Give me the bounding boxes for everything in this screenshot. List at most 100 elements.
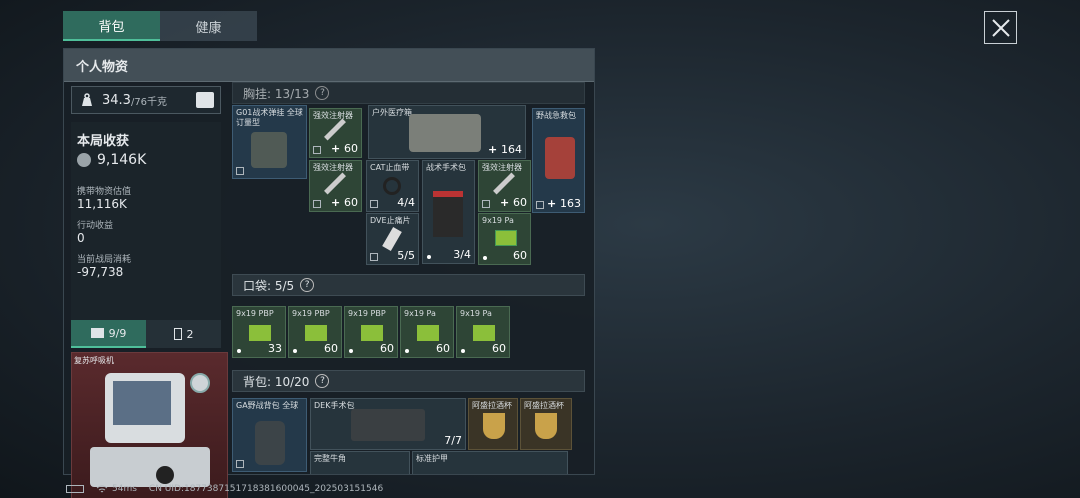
item-count: 3/4 bbox=[453, 248, 471, 261]
bag-item[interactable]: 阿盛拉酒杯 bbox=[468, 398, 518, 450]
inventory-item[interactable]: 强效注射器 + 60 bbox=[309, 108, 362, 158]
item-name: 9x19 PBP bbox=[292, 309, 330, 318]
item-count: 60 bbox=[380, 342, 394, 355]
pocket-item[interactable]: 9x19 Pa 60 bbox=[456, 306, 510, 358]
item-name: 9x19 Pa bbox=[460, 309, 492, 318]
subtab-items-label: 2 bbox=[186, 327, 194, 341]
inventory-item[interactable]: 战术手术包 3/4 bbox=[422, 160, 475, 264]
item-name: 强效注射器 bbox=[313, 163, 353, 172]
help-icon[interactable]: ? bbox=[300, 278, 315, 292]
battery-icon bbox=[66, 485, 84, 493]
ping-text: 54ms bbox=[112, 484, 137, 494]
item-name: 阿盛拉酒杯 bbox=[472, 401, 512, 410]
item-count: 60 bbox=[492, 342, 506, 355]
coin-icon bbox=[77, 153, 91, 167]
item-name: 9x19 Pa bbox=[482, 216, 514, 225]
item-name: 标准护甲 bbox=[416, 454, 448, 463]
subtab-items[interactable]: 2 bbox=[146, 320, 221, 348]
item-count: 7/7 bbox=[444, 434, 462, 447]
item-name: 强效注射器 bbox=[313, 111, 353, 120]
item-name: 9x19 PBP bbox=[348, 309, 386, 318]
inventory-item[interactable]: DVE止痛片 5/5 bbox=[366, 213, 419, 265]
ventilator-image bbox=[90, 373, 210, 487]
item-name: 阿盛拉酒杯 bbox=[524, 401, 564, 410]
item-count: 163 bbox=[560, 197, 581, 210]
item-name: GA野战背包 全球 bbox=[236, 401, 299, 410]
bag-item[interactable]: 标准护甲 bbox=[412, 451, 568, 474]
item-name: G01战术弹挂 全球订量型 bbox=[236, 108, 303, 127]
item-count: 60 bbox=[513, 249, 527, 262]
stat-label: 携带物资估值 bbox=[77, 187, 132, 197]
item-count: 4/4 bbox=[397, 196, 415, 209]
item-name: DEK手术包 bbox=[314, 401, 355, 410]
inventory-item[interactable]: 野战急救包 + 163 bbox=[532, 108, 585, 213]
inventory-area: 胸挂: 13/13? G01战术弹挂 全球订量型 强效注射器 + 60 户外医疗… bbox=[232, 82, 594, 474]
pocket-item[interactable]: 9x19 PBP 33 bbox=[232, 306, 286, 358]
inventory-item[interactable]: CAT止血带 4/4 bbox=[366, 160, 419, 212]
uid-text: CN UID:1877387151718381600045_2025031515… bbox=[148, 484, 384, 494]
item-count: 60 bbox=[344, 142, 358, 155]
pocket-header: 口袋: 5/5? bbox=[232, 274, 585, 296]
equipment-slot[interactable]: 复苏呼吸机 bbox=[71, 352, 228, 498]
item-count: 60 bbox=[436, 342, 450, 355]
chest-header: 胸挂: 13/13? bbox=[232, 82, 585, 104]
close-icon bbox=[991, 18, 1010, 37]
battery-icon bbox=[173, 328, 182, 340]
bag-item[interactable]: 完整牛角 bbox=[310, 451, 410, 474]
bag-header: 背包: 10/20? bbox=[232, 370, 585, 392]
item-name: DVE止痛片 bbox=[370, 216, 411, 225]
item-count: 33 bbox=[268, 342, 282, 355]
item-count: 60 bbox=[513, 196, 527, 209]
item-name: 完整牛角 bbox=[314, 454, 346, 463]
weight-value: 34.3 bbox=[102, 92, 131, 108]
status-bar: 54ms CN UID:1877387151718381600045_20250… bbox=[66, 484, 383, 494]
bag-item[interactable]: 阿盛拉酒杯 bbox=[520, 398, 572, 450]
bag-item[interactable]: GA野战背包 全球 bbox=[232, 398, 307, 472]
stat-value: 0 bbox=[77, 231, 85, 245]
item-name: 9x19 Pa bbox=[404, 309, 436, 318]
item-count: 60 bbox=[324, 342, 338, 355]
item-name: 战术手术包 bbox=[426, 163, 466, 172]
inventory-item[interactable]: 9x19 Pa 60 bbox=[478, 213, 531, 265]
subtab-gear-label: 9/9 bbox=[108, 326, 127, 340]
earnings-box: 本局收获 9,146K 携带物资估值 11,116K 行动收益 0 当前战局消耗… bbox=[71, 122, 221, 328]
wifi-icon bbox=[96, 485, 108, 492]
earnings-total: 9,146K bbox=[97, 152, 147, 168]
list-icon[interactable] bbox=[196, 92, 214, 108]
bag-item[interactable]: DEK手术包 7/7 bbox=[310, 398, 466, 450]
tab-health[interactable]: 健康 bbox=[160, 11, 257, 41]
item-count: 60 bbox=[344, 196, 358, 209]
help-icon[interactable]: ? bbox=[315, 374, 330, 388]
pocket-item[interactable]: 9x19 PBP 60 bbox=[344, 306, 398, 358]
item-name: 强效注射器 bbox=[482, 163, 522, 172]
inventory-item[interactable]: 强效注射器 + 60 bbox=[478, 160, 531, 212]
tab-backpack[interactable]: 背包 bbox=[63, 11, 160, 41]
left-column: 34.3/76千克 本局收获 9,146K 携带物资估值 11,116K 行动收… bbox=[64, 82, 228, 498]
pocket-title: 口袋: 5/5 bbox=[243, 278, 295, 293]
item-name: 户外医疗箱 bbox=[372, 108, 412, 117]
stat-label: 当前战局消耗 bbox=[77, 255, 132, 265]
item-name: CAT止血带 bbox=[370, 163, 410, 172]
item-name: 野战急救包 bbox=[536, 111, 576, 120]
panel-title: 个人物资 bbox=[64, 49, 594, 82]
inventory-item[interactable]: 强效注射器 + 60 bbox=[309, 160, 362, 212]
earnings-title: 本局收获 bbox=[77, 134, 130, 149]
inventory-item[interactable]: 户外医疗箱 + 164 bbox=[368, 105, 526, 159]
briefcase-icon bbox=[90, 328, 104, 338]
weight-icon bbox=[82, 93, 92, 106]
equipment-subtabs: 9/9 2 bbox=[71, 320, 221, 348]
pocket-item[interactable]: 9x19 Pa 60 bbox=[400, 306, 454, 358]
close-button[interactable] bbox=[984, 11, 1017, 44]
top-tabs: 背包 健康 bbox=[63, 11, 257, 41]
chest-title: 胸挂: 13/13 bbox=[243, 86, 310, 101]
stat-label: 行动收益 bbox=[77, 221, 114, 231]
item-count: 164 bbox=[501, 143, 522, 156]
chest-rig-item[interactable]: G01战术弹挂 全球订量型 bbox=[232, 105, 307, 179]
weight-box: 34.3/76千克 bbox=[71, 86, 221, 114]
subtab-gear[interactable]: 9/9 bbox=[71, 320, 146, 348]
item-count: 5/5 bbox=[397, 249, 415, 262]
stat-value: 11,116K bbox=[77, 197, 127, 211]
help-icon[interactable]: ? bbox=[315, 86, 330, 100]
pocket-item[interactable]: 9x19 PBP 60 bbox=[288, 306, 342, 358]
personal-supplies-panel: 个人物资 34.3/76千克 本局收获 9,146K 携带物资估值 11,116… bbox=[63, 48, 595, 498]
